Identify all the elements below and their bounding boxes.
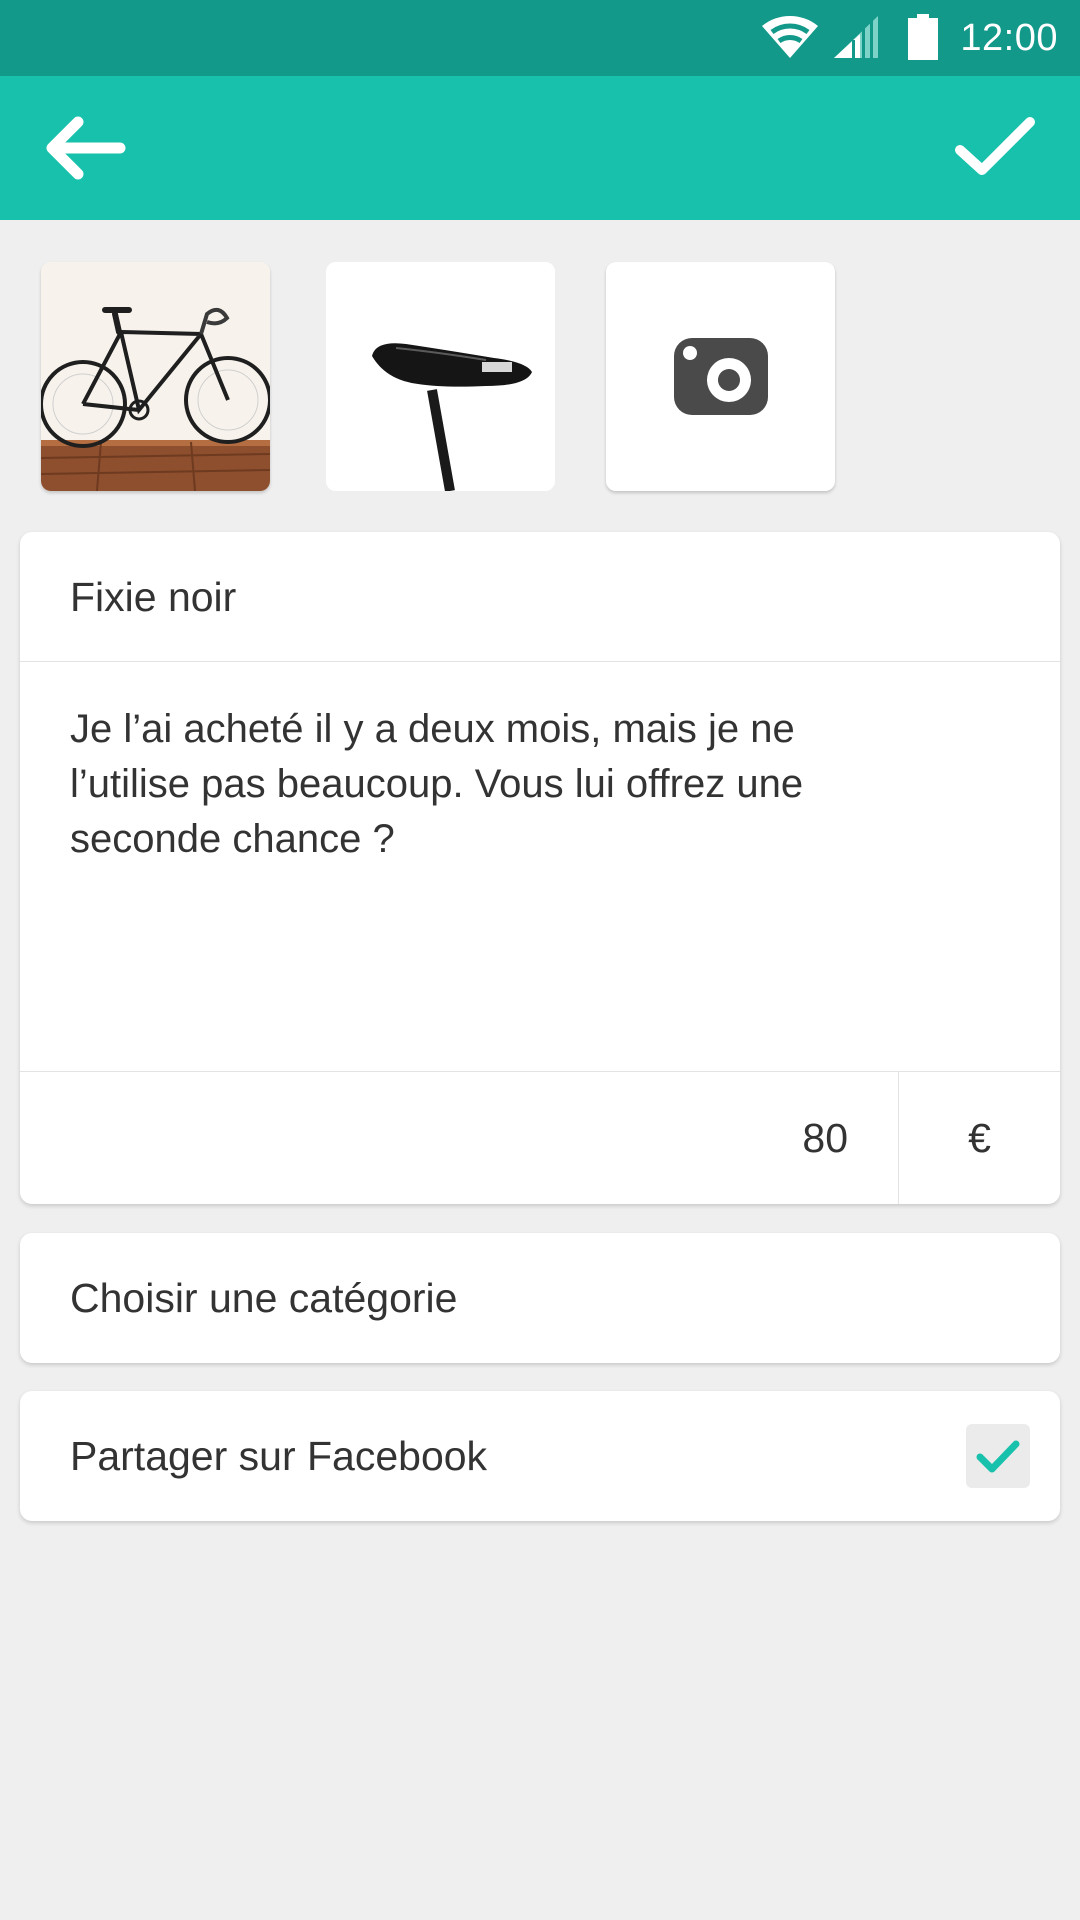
checkmark-icon	[966, 1424, 1030, 1488]
title-value: Fixie noir	[70, 574, 237, 620]
status-bar: 12:00	[0, 0, 1080, 76]
category-selector[interactable]: Choisir une catégorie	[20, 1233, 1060, 1363]
wifi-icon	[760, 14, 820, 62]
status-icons: 12:00	[760, 0, 1058, 76]
share-facebook-checkbox[interactable]	[966, 1424, 1030, 1488]
listing-card: Fixie noir Je l’ai acheté il y a deux mo…	[20, 532, 1060, 1204]
check-icon	[948, 117, 1044, 192]
battery-icon	[908, 14, 939, 62]
description-value: Je l’ai acheté il y a deux mois, mais je…	[70, 707, 804, 861]
description-field[interactable]: Je l’ai acheté il y a deux mois, mais je…	[20, 662, 1060, 1072]
share-facebook-row[interactable]: Partager sur Facebook	[20, 1391, 1060, 1521]
photo-saddle[interactable]	[326, 262, 555, 491]
photo-bicycle[interactable]	[41, 262, 270, 491]
back-button[interactable]	[36, 108, 132, 188]
status-time: 12:00	[960, 16, 1058, 59]
price-row: 80 €	[20, 1072, 1060, 1204]
category-label: Choisir une catégorie	[70, 1275, 458, 1321]
currency-selector[interactable]: €	[899, 1072, 1060, 1204]
camera-icon	[606, 262, 835, 491]
share-label: Partager sur Facebook	[70, 1433, 488, 1479]
price-field[interactable]: 80	[802, 1072, 848, 1204]
photos-row	[0, 262, 1080, 491]
arrow-left-icon	[36, 116, 132, 192]
cell-signal-icon	[830, 14, 882, 62]
title-field[interactable]: Fixie noir	[20, 532, 1060, 662]
confirm-button[interactable]	[948, 108, 1044, 188]
add-photo-button[interactable]	[606, 262, 835, 491]
app-bar	[0, 76, 1080, 220]
